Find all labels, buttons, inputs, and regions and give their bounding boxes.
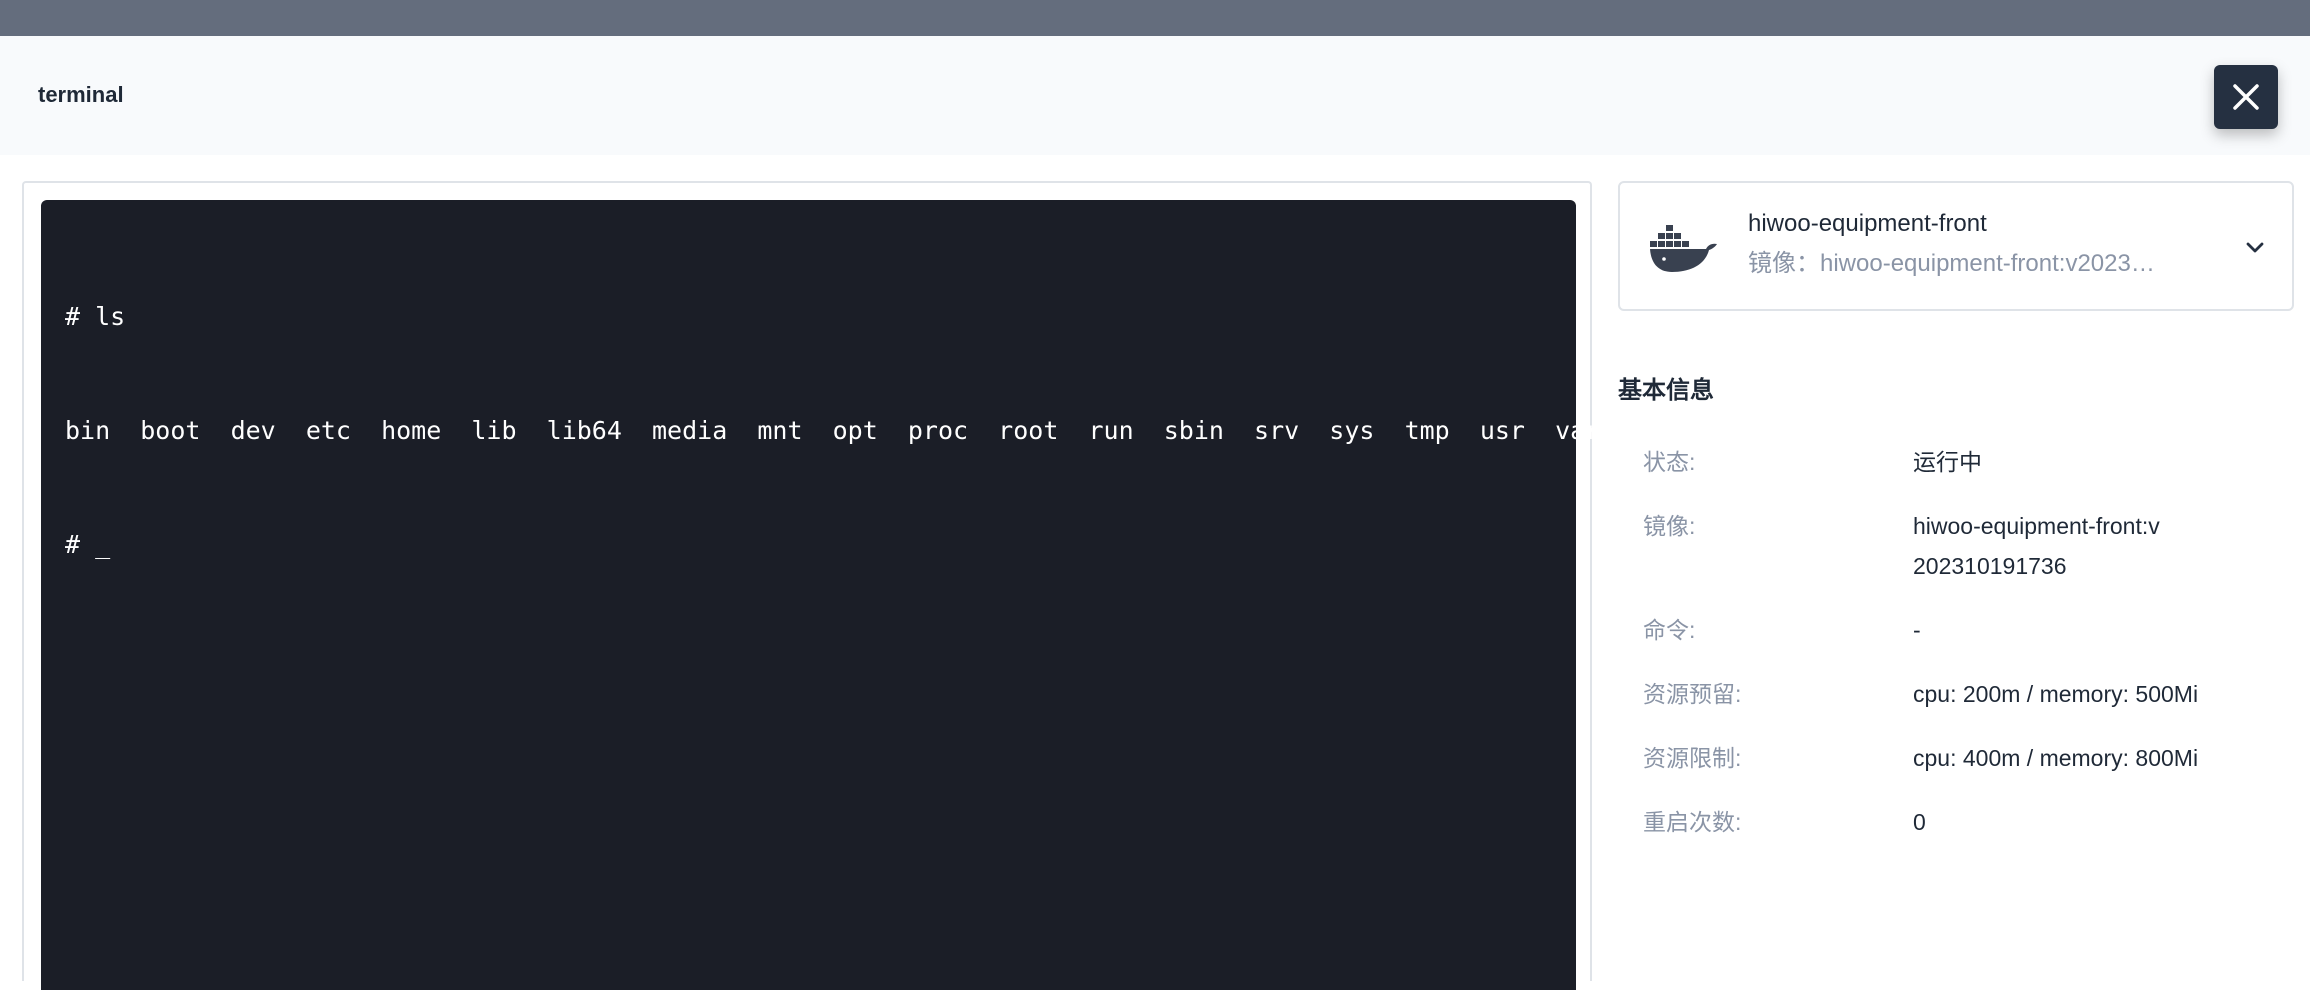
backdrop-overlay	[0, 0, 2310, 36]
close-icon	[2233, 84, 2259, 110]
container-name: hiwoo-equipment-front	[1748, 210, 1987, 237]
modal-title: terminal	[38, 82, 124, 107]
info-value: cpu: 400m / memory: 800Mi	[1913, 745, 2199, 771]
docker-icon	[1650, 225, 1717, 272]
info-label: 命令:	[1643, 617, 1696, 643]
info-value: hiwoo-equipment-front:v202310191736	[1913, 513, 2160, 579]
info-value: 运行中	[1913, 449, 1982, 475]
modal-header: terminal	[0, 36, 2310, 155]
container-image: 镜像：hiwoo-equipment-front:v202310191736	[1748, 250, 2168, 277]
close-button[interactable]	[2214, 65, 2278, 129]
info-label: 重启次数:	[1643, 809, 1742, 835]
info-value: 0	[1913, 809, 1926, 835]
info-label: 资源预留:	[1643, 681, 1742, 707]
terminal-screen[interactable]: # ls bin boot dev etc home lib lib64 med…	[41, 200, 1601, 990]
terminal-line: # ls	[65, 302, 126, 331]
terminal-panel: # ls bin boot dev etc home lib lib64 med…	[22, 181, 1600, 990]
basic-info-title: 基本信息	[1618, 377, 1714, 404]
info-value: cpu: 200m / memory: 500Mi	[1913, 681, 2199, 707]
terminal-line: # _	[65, 530, 111, 559]
terminal-modal: terminal # ls bin boot dev etc home lib …	[0, 36, 2310, 990]
info-label: 状态:	[1643, 449, 1696, 475]
info-label: 镜像:	[1643, 513, 1696, 539]
chevron-down-icon[interactable]	[2240, 233, 2270, 263]
container-selector[interactable]: hiwoo-equipment-front 镜像：hiwoo-equipment…	[1618, 181, 2294, 311]
info-label: 资源限制:	[1643, 745, 1742, 771]
terminal-line: bin boot dev etc home lib lib64 media mn…	[65, 416, 1601, 445]
container-sidebar: hiwoo-equipment-front 镜像：hiwoo-equipment…	[1618, 181, 2294, 981]
info-value: -	[1913, 617, 1921, 643]
